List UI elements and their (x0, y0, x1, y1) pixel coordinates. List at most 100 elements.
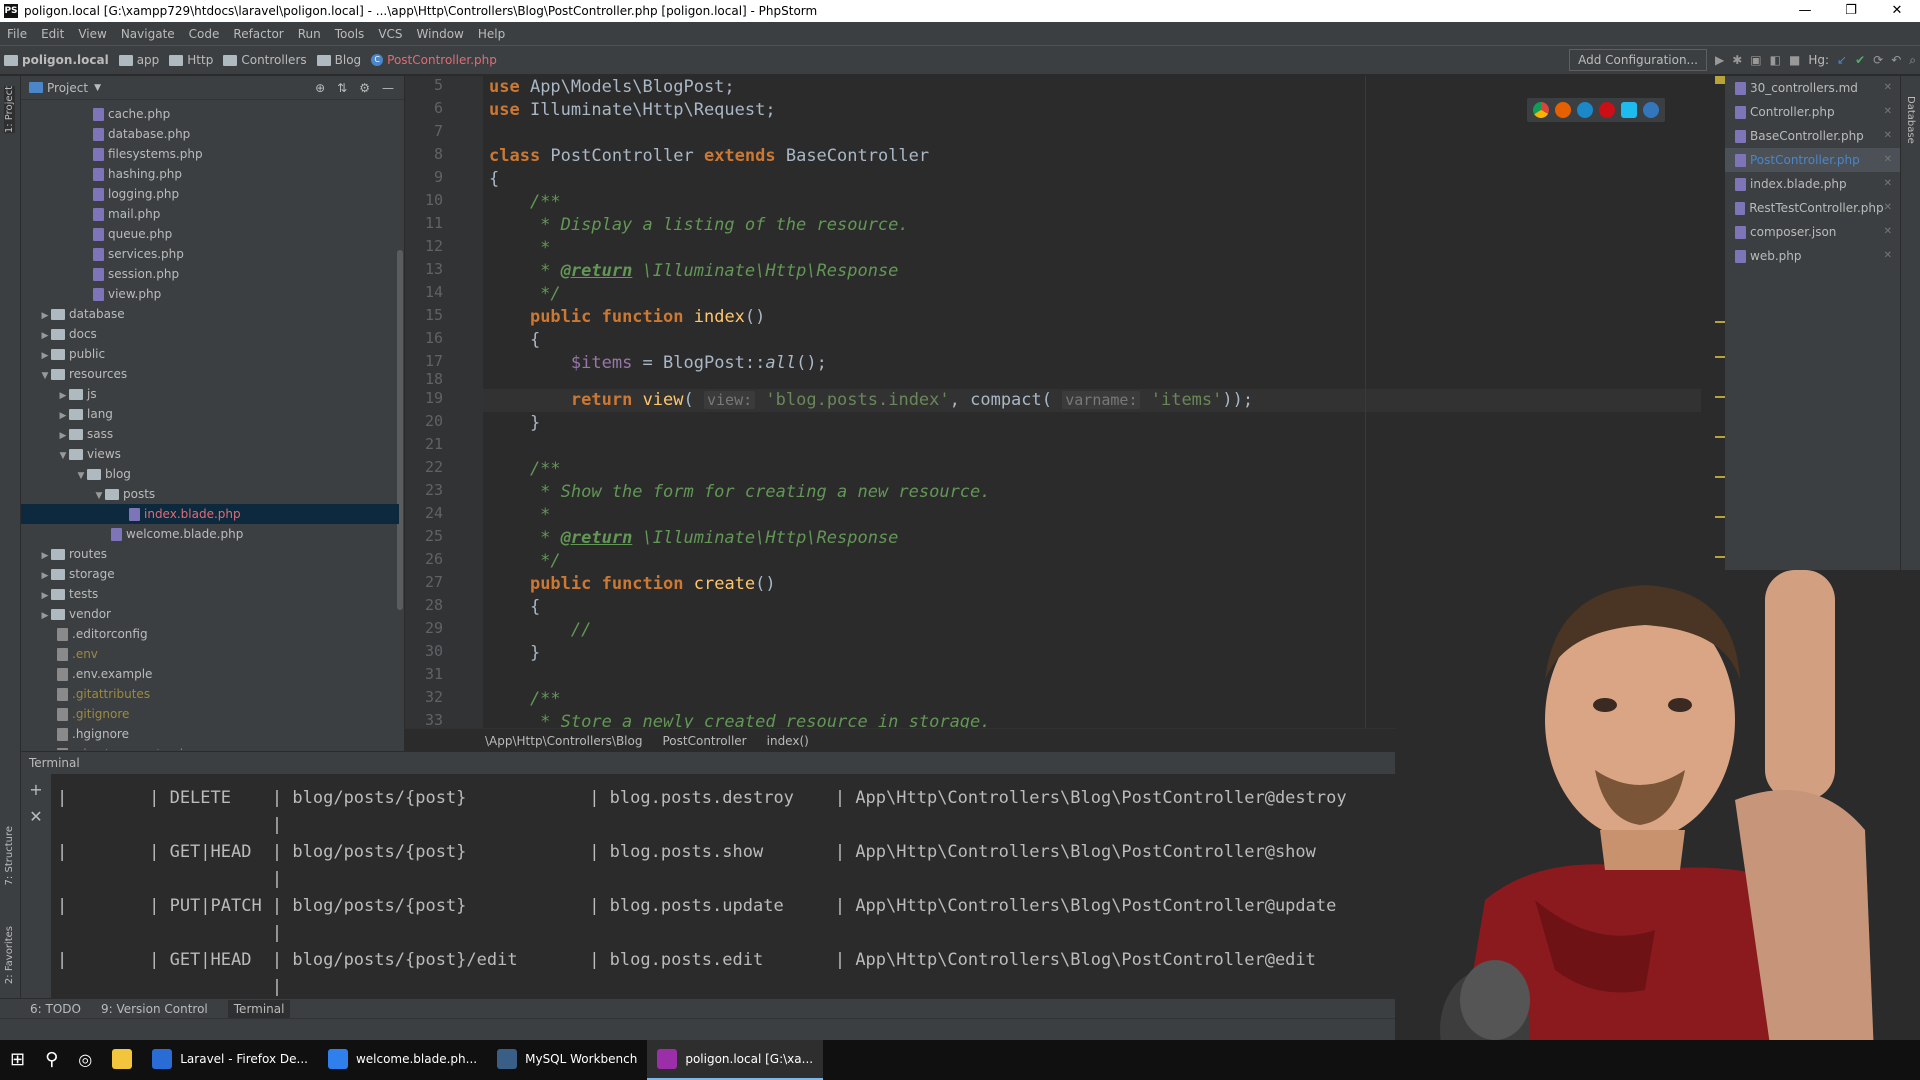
close-icon[interactable]: ✕ (1884, 244, 1892, 268)
editor-gutter[interactable]: 5 6 7 8 9 10 11 12 13 14 15 16 17 18 19 20 21 22 23 24 25 26 2… (405, 76, 483, 729)
chevron-right-icon[interactable]: ▶ (39, 346, 51, 366)
tree-file[interactable]: hashing.php (21, 164, 399, 184)
tree-folder[interactable]: ▶ docs (21, 324, 399, 344)
chevron-right-icon[interactable]: ▶ (57, 426, 69, 446)
tree-file[interactable]: services.php (21, 244, 399, 264)
chevron-down-icon[interactable]: ▼ (75, 466, 87, 486)
chevron-right-icon[interactable]: ▶ (39, 546, 51, 566)
open-file-tab[interactable]: PostController.php ✕ (1725, 148, 1900, 172)
menu-vcs[interactable]: VCS (371, 27, 409, 41)
tree-file[interactable]: filesystems.php (21, 144, 399, 164)
tree-folder[interactable]: ▶ js (21, 384, 399, 404)
breadcrumb-project[interactable]: poligon.local (0, 53, 115, 67)
firefox-icon[interactable] (1555, 102, 1571, 118)
open-file-tab[interactable]: index.blade.php ✕ (1725, 172, 1900, 196)
vcs-commit-icon[interactable]: ✔ (1855, 53, 1865, 67)
opera-icon[interactable] (1599, 102, 1615, 118)
chrome-icon[interactable] (1533, 102, 1549, 118)
open-file-tab[interactable]: BaseController.php ✕ (1725, 124, 1900, 148)
tree-folder[interactable]: ▶ tests (21, 584, 399, 604)
project-panel-title[interactable]: Project (47, 81, 88, 95)
taskbar-app[interactable]: Laravel - Firefox De... (142, 1040, 318, 1080)
menu-tools[interactable]: Tools (328, 27, 372, 41)
breadcrumb-blog[interactable]: Blog (313, 53, 368, 67)
menu-help[interactable]: Help (471, 27, 512, 41)
warning-mark[interactable] (1715, 516, 1725, 518)
chevron-right-icon[interactable]: ▶ (39, 606, 51, 626)
chevron-down-icon[interactable]: ▼ (39, 366, 51, 386)
tree-file[interactable]: .editorconfig (21, 624, 399, 644)
breadcrumb-http[interactable]: Http (165, 53, 219, 67)
tree-file[interactable]: index.blade.php (21, 504, 399, 524)
edge-icon[interactable] (1643, 102, 1659, 118)
open-file-tab[interactable]: 30_controllers.md ✕ (1725, 76, 1900, 100)
breadcrumb-controllers[interactable]: Controllers (219, 53, 312, 67)
tree-file[interactable]: cache.php (21, 104, 399, 124)
menu-code[interactable]: Code (182, 27, 227, 41)
gear-icon[interactable]: ⚙ (359, 81, 370, 95)
close-icon[interactable]: ✕ (1884, 100, 1892, 124)
taskbar-app[interactable]: welcome.blade.ph... (318, 1040, 487, 1080)
vcs-update-icon[interactable]: ↙ (1837, 53, 1847, 67)
chevron-right-icon[interactable]: ▶ (57, 386, 69, 406)
debug-icon[interactable]: ✱ (1732, 53, 1742, 67)
breadcrumb-namespace[interactable]: \App\Http\Controllers\Blog (485, 734, 642, 748)
tree-file[interactable]: logging.php (21, 184, 399, 204)
ie-icon[interactable] (1621, 102, 1637, 118)
chevron-right-icon[interactable]: ▶ (39, 566, 51, 586)
todo-tab[interactable]: 6: TODO (30, 1002, 81, 1016)
open-file-tab[interactable]: Controller.php ✕ (1725, 100, 1900, 124)
stop-icon[interactable]: ■ (1789, 53, 1800, 67)
tree-folder[interactable]: ▶ lang (21, 404, 399, 424)
warning-mark[interactable] (1715, 476, 1725, 478)
hide-icon[interactable]: — (382, 81, 394, 95)
warning-mark[interactable] (1715, 556, 1725, 558)
close-icon[interactable]: ✕ (1884, 196, 1892, 220)
tree-file[interactable]: session.php (21, 264, 399, 284)
taskbar-app[interactable]: poligon.local [G:\xa... (647, 1040, 824, 1080)
menu-edit[interactable]: Edit (34, 27, 71, 41)
restore-button[interactable]: ❐ (1828, 0, 1874, 22)
close-icon[interactable]: ✕ (1884, 148, 1892, 172)
tree-file[interactable]: database.php (21, 124, 399, 144)
chevron-right-icon[interactable]: ▶ (39, 306, 51, 326)
menu-navigate[interactable]: Navigate (114, 27, 182, 41)
project-tool-button[interactable]: 1: Project (4, 86, 15, 134)
close-icon[interactable]: ✕ (1884, 220, 1892, 244)
menu-refactor[interactable]: Refactor (226, 27, 290, 41)
run-icon[interactable]: ▶ (1715, 53, 1724, 67)
history-icon[interactable]: ⟳ (1873, 53, 1883, 67)
coverage-icon[interactable]: ▣ (1750, 53, 1761, 67)
task-view-button[interactable]: ◎ (68, 1040, 102, 1080)
start-button[interactable]: ⊞ (0, 1040, 35, 1080)
tree-file[interactable]: .gitignore (21, 704, 399, 724)
structure-tool-button[interactable]: 7: Structure (4, 826, 15, 885)
open-file-tab[interactable]: web.php ✕ (1725, 244, 1900, 268)
taskbar-app[interactable]: MySQL Workbench (487, 1040, 647, 1080)
explorer-button[interactable] (102, 1040, 142, 1080)
minimize-button[interactable]: — (1782, 0, 1828, 22)
breadcrumb-class[interactable]: PostController (662, 734, 746, 748)
tree-folder[interactable]: ▶ database (21, 304, 399, 324)
database-tool-button[interactable]: Database (1905, 96, 1916, 144)
search-icon[interactable]: ⌕ (1909, 53, 1916, 68)
tree-file[interactable]: welcome.blade.php (21, 524, 399, 544)
locate-icon[interactable]: ⊕ (315, 81, 325, 95)
breadcrumb-file[interactable]: C PostController.php (367, 53, 503, 67)
tree-folder[interactable]: ▼ blog (21, 464, 399, 484)
chevron-down-icon[interactable]: ▼ (94, 83, 101, 93)
breadcrumb-app[interactable]: app (115, 53, 166, 67)
profile-icon[interactable]: ◧ (1770, 53, 1781, 67)
tree-folder[interactable]: ▶ storage (21, 564, 399, 584)
close-icon[interactable]: ✕ (1884, 124, 1892, 148)
close-button[interactable]: ✕ (1874, 0, 1920, 22)
open-file-tab[interactable]: RestTestController.php ✕ (1725, 196, 1900, 220)
tree-folder[interactable]: ▼ posts (21, 484, 399, 504)
tree-file[interactable]: .env (21, 644, 399, 664)
version-control-tab[interactable]: 9: Version Control (101, 1002, 208, 1016)
breadcrumb-method[interactable]: index() (767, 734, 809, 748)
warning-mark[interactable] (1715, 321, 1725, 323)
tree-file[interactable]: view.php (21, 284, 399, 304)
menu-file[interactable]: File (0, 27, 34, 41)
warning-mark[interactable] (1715, 396, 1725, 398)
